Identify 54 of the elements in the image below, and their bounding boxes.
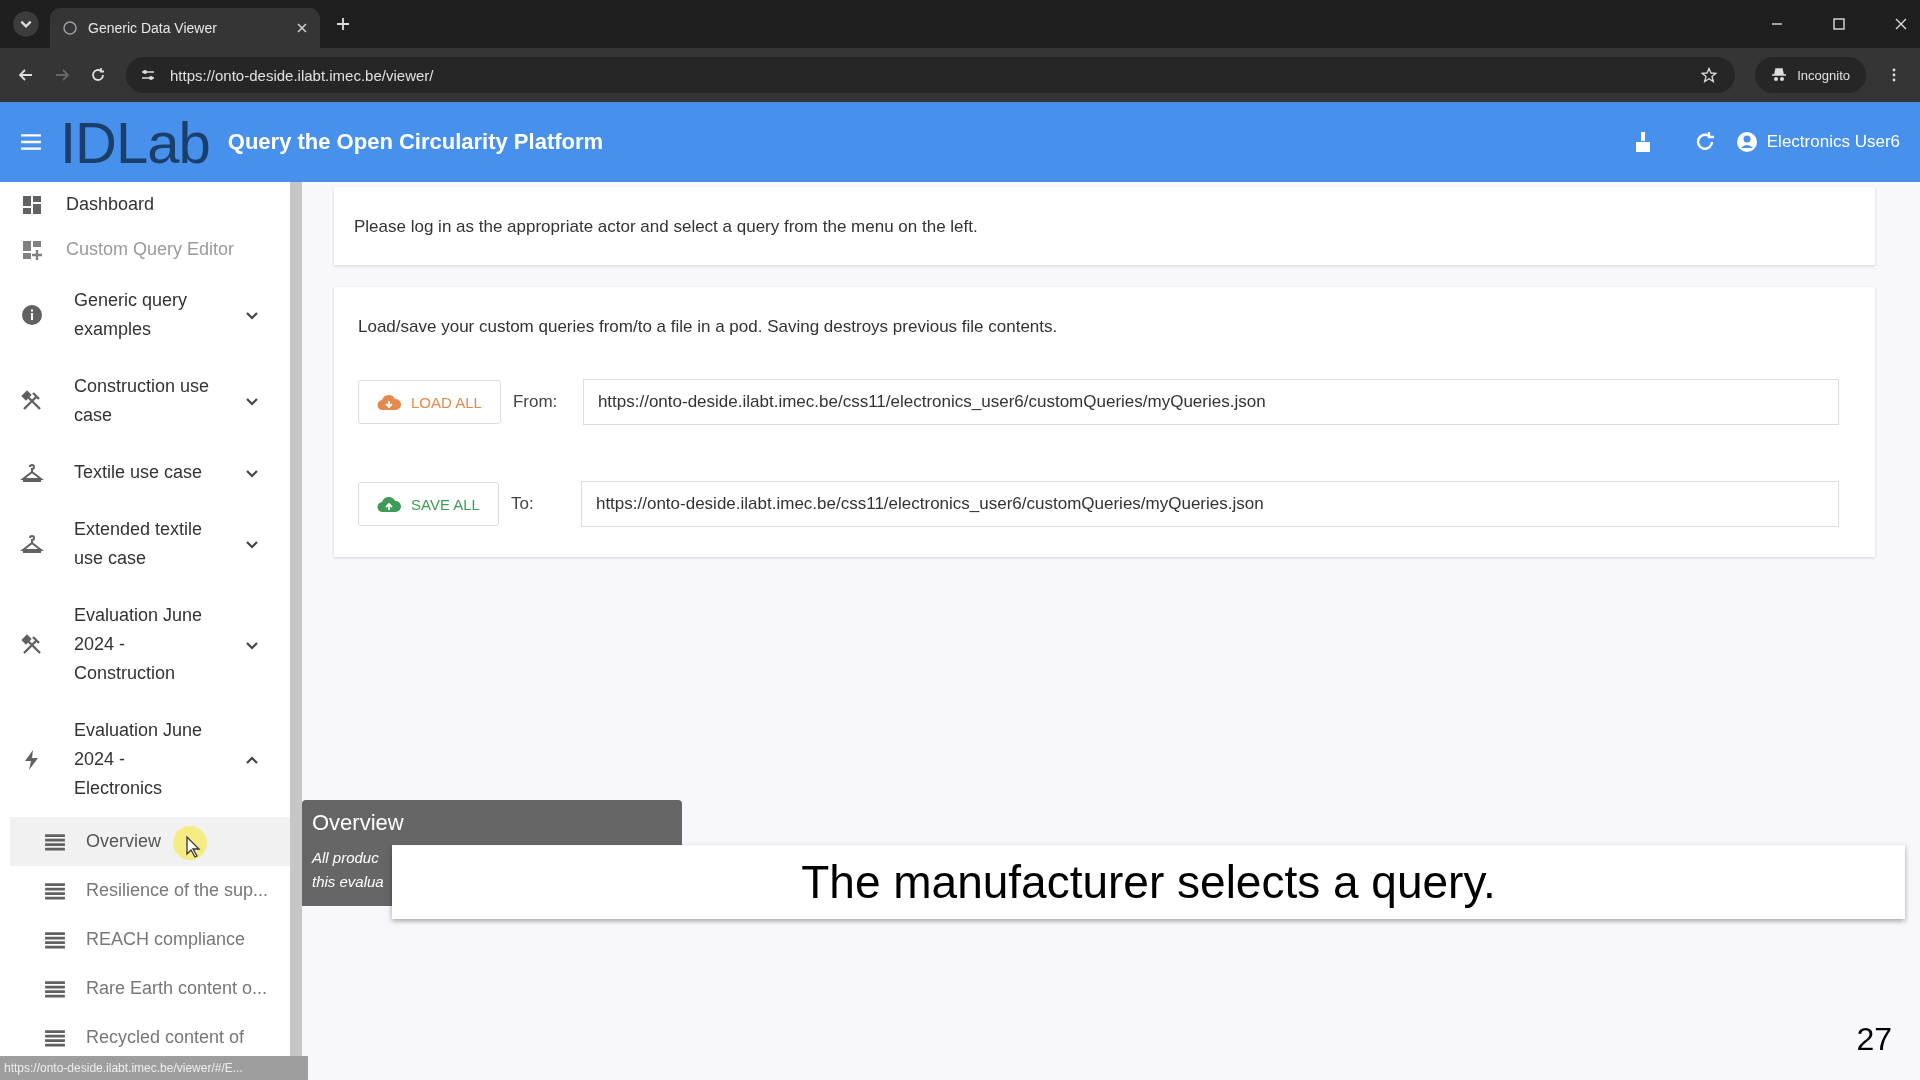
- url-input-field[interactable]: https://onto-deside.ilabt.imec.be/css11/electronics_user6/customQueries/myQueries.json: [582, 379, 1839, 425]
- sidebar-item[interactable]: Overview: [10, 817, 290, 866]
- incognito-icon: [1771, 67, 1788, 83]
- logo: IDLab: [60, 108, 210, 176]
- sidebar-group[interactable]: Textile use case: [0, 444, 290, 501]
- browser-tab[interactable]: Generic Data Viewer: [50, 8, 320, 48]
- account-icon: [1734, 130, 1759, 154]
- close-icon[interactable]: [296, 22, 308, 34]
- reload-icon[interactable]: [90, 67, 106, 83]
- tooltip-text: All produc: [312, 848, 379, 868]
- field-label: From:: [512, 392, 559, 412]
- globe-icon: [62, 20, 78, 36]
- app-title: Query the Open Circularity Platform: [227, 129, 604, 155]
- sidebar-group[interactable]: Generic query examples: [0, 272, 290, 358]
- address-bar[interactable]: https://onto-deside.ilabt.imec.be/viewer/: [126, 57, 1736, 93]
- list-icon: [44, 832, 66, 851]
- new-tab-icon[interactable]: [336, 17, 350, 31]
- site-settings-icon[interactable]: [140, 67, 156, 83]
- list-icon: [44, 1028, 66, 1047]
- back-arrow-icon[interactable]: [18, 67, 34, 83]
- sidebar-group[interactable]: Extended textile use case: [0, 501, 290, 587]
- info-icon: [20, 303, 44, 327]
- sidebar-item[interactable]: REACH compliance: [10, 915, 290, 964]
- sidebar-item[interactable]: Resilience of the sup...: [10, 866, 290, 915]
- incognito-badge[interactable]: Incognito: [1755, 57, 1866, 93]
- cloud-download-icon: [377, 393, 401, 411]
- sidebar-link[interactable]: Dashboard: [0, 182, 290, 227]
- list-icon: [44, 881, 66, 900]
- list-icon: [44, 979, 66, 998]
- star-icon[interactable]: [1701, 67, 1718, 83]
- close-icon[interactable]: [1894, 17, 1908, 31]
- tab-search-icon[interactable]: [12, 10, 40, 38]
- link-preview-tooltip: https://onto-deside.ilabt.imec.be/viewer/#/E...: [0, 1056, 308, 1080]
- tooltip-title: Overview: [312, 810, 404, 836]
- list-icon: [44, 930, 66, 949]
- url-input-field[interactable]: https://onto-deside.ilabt.imec.be/css11/electronics_user6/customQueries/myQueries.json: [580, 481, 1839, 527]
- slide-number: 27: [1856, 1021, 1892, 1058]
- sidebar-item[interactable]: Rare Earth content o...: [10, 964, 290, 1013]
- field-label: To:: [510, 494, 535, 514]
- load-save-text: Load/save your custom queries from/to a file in a pod. Saving destroys previous file contents.: [358, 317, 1059, 337]
- sidebar-group[interactable]: Evaluation June 2024 - Construction: [0, 587, 290, 702]
- sidebar-group[interactable]: Construction use case: [0, 358, 290, 444]
- tooltip-text: this evalua: [312, 872, 384, 892]
- caption-text: The manufacturer selects a query.: [801, 855, 1496, 909]
- tab-title: Generic Data Viewer: [88, 20, 218, 36]
- cloud-upload-icon: [377, 495, 401, 513]
- maximize-icon[interactable]: [1832, 17, 1846, 31]
- save-all-button[interactable]: SAVE ALL: [358, 482, 499, 526]
- menu-icon[interactable]: [20, 133, 42, 151]
- notice-text: Please log in as the appropriate actor and select a query from the menu on the left.: [354, 217, 979, 237]
- hanger-icon: [20, 532, 44, 556]
- sidebar-group[interactable]: Evaluation June 2024 - Electronics: [0, 702, 290, 817]
- cursor-icon: [170, 823, 210, 863]
- url-text: https://onto-deside.ilabt.imec.be/viewer/: [170, 66, 434, 84]
